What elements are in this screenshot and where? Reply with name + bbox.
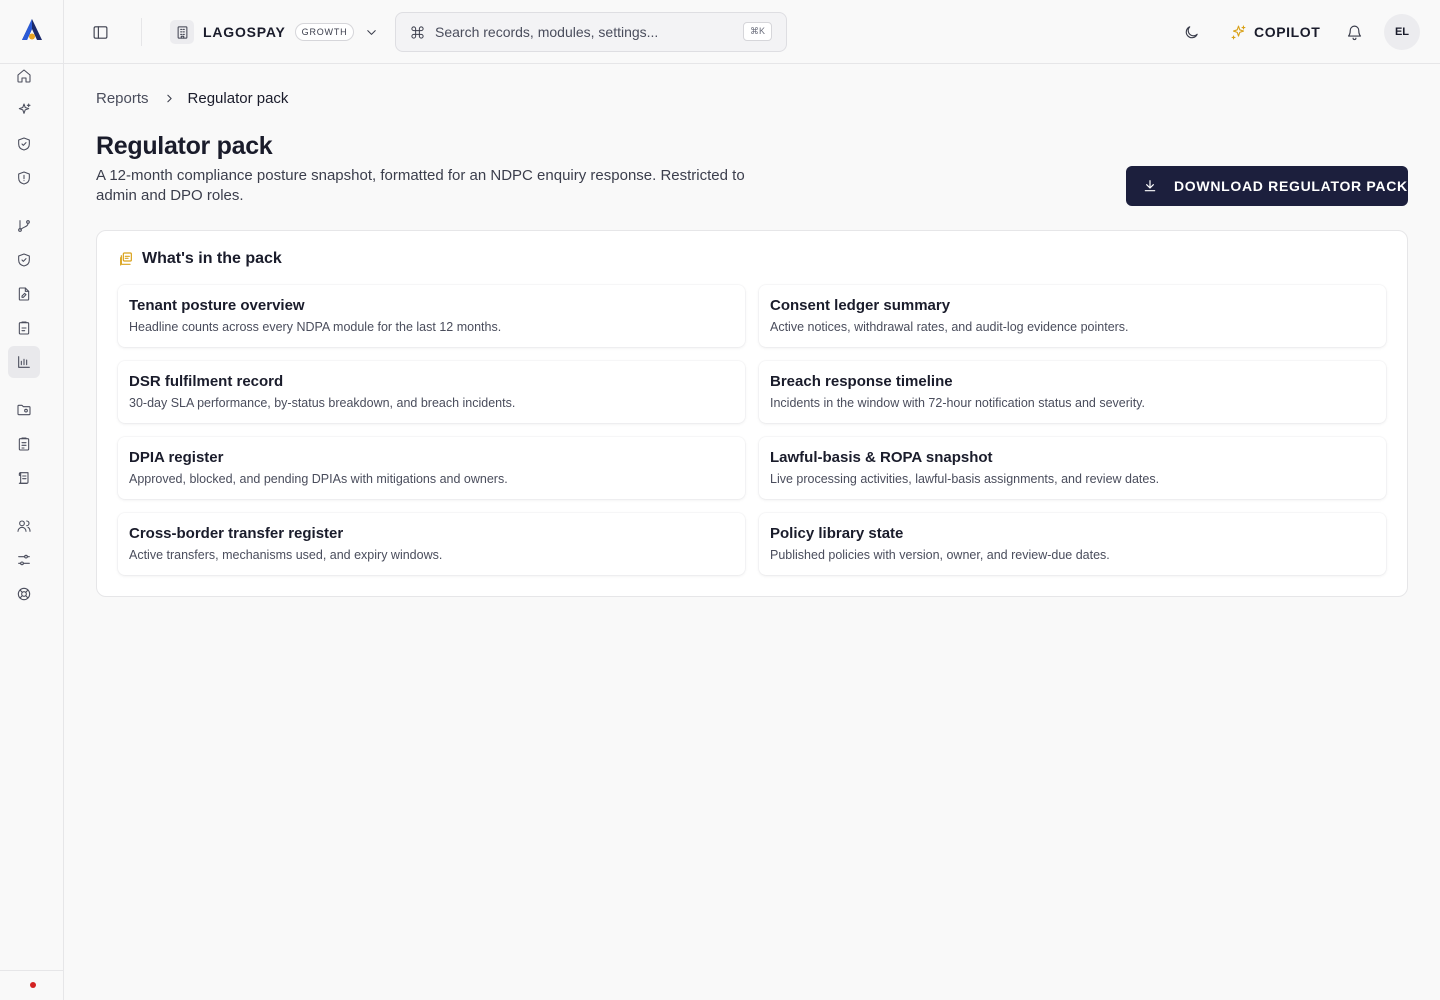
moon-icon [1185, 25, 1198, 38]
status-indicator [30, 982, 36, 988]
panel-left-icon [93, 25, 107, 39]
card-title: Policy library state [770, 525, 904, 542]
pack-item-card: Cross-border transfer register Active tr… [118, 513, 745, 575]
card-title: Cross-border transfer register [129, 525, 344, 542]
panel-header: What's in the pack [118, 249, 282, 269]
nav-records[interactable] [8, 394, 40, 426]
pack-item-card: Lawful-basis & ROPA snapshot Live proces… [759, 437, 1386, 499]
nav-users[interactable] [8, 510, 40, 542]
sidebar [0, 0, 64, 1000]
shield-check-icon [18, 137, 30, 151]
pack-item-card: Tenant posture overview Headline counts … [118, 285, 745, 347]
pack-contents-panel: What's in the pack Tenant posture overvi… [96, 230, 1408, 597]
copilot-button[interactable]: COPILOT [1230, 20, 1320, 44]
card-description: 30-day SLA performance, by-status breakd… [129, 396, 516, 410]
card-description: Live processing activities, lawful-basis… [770, 472, 1160, 486]
pack-item-card: DPIA register Approved, blocked, and pen… [118, 437, 745, 499]
nav-help[interactable] [8, 578, 40, 610]
package-icon [120, 252, 132, 266]
card-description: Headline counts across every NDPA module… [129, 320, 502, 334]
copilot-label: COPILOT [1254, 24, 1321, 40]
clipboard-list-icon [18, 437, 30, 451]
nav-copilot[interactable] [8, 94, 40, 126]
app-logo[interactable] [16, 14, 48, 46]
pack-item-card: Breach response timeline Incidents in th… [759, 361, 1386, 423]
page-description: A 12-month compliance posture snapshot, … [96, 167, 745, 204]
nav-breaches[interactable] [8, 162, 40, 194]
pack-item-card: Consent ledger summary Active notices, w… [759, 285, 1386, 347]
nav-home[interactable] [8, 60, 40, 92]
tenant-name: LAGOSPAY [203, 24, 286, 40]
nav-data-flows[interactable] [8, 210, 40, 242]
download-icon [1144, 180, 1156, 192]
nav-settings[interactable] [8, 544, 40, 576]
sidebar-toggle-button[interactable] [90, 22, 110, 42]
git-branch-icon [18, 220, 30, 232]
breadcrumb-reports-link[interactable]: Reports [96, 90, 149, 107]
shield-check-icon [18, 253, 30, 267]
chevron-right-icon [163, 92, 176, 105]
nav-dsr[interactable] [8, 278, 40, 310]
topbar-separator [141, 18, 142, 46]
pack-item-card: DSR fulfilment record 30-day SLA perform… [118, 361, 745, 423]
search-input[interactable]: Search records, modules, settings... ⌘K [395, 12, 787, 52]
download-regulator-pack-button[interactable]: DOWNLOAD REGULATOR PACK [1126, 166, 1408, 206]
card-title: DPIA register [129, 449, 224, 466]
users-icon [17, 520, 31, 532]
home-icon [17, 69, 31, 83]
nav-ropa[interactable] [8, 428, 40, 460]
nav-dpia[interactable] [8, 312, 40, 344]
page-title: Regulator pack [96, 132, 273, 160]
user-avatar[interactable]: EL [1384, 14, 1420, 50]
topbar: LAGOSPAY GROWTH Search records, modules,… [64, 0, 1440, 64]
tenant-switcher[interactable]: LAGOSPAY GROWTH [170, 18, 379, 46]
scroll-icon [18, 472, 29, 484]
life-buoy-icon [17, 587, 31, 601]
nav-policies[interactable] [8, 462, 40, 494]
card-description: Incidents in the window with 72-hour not… [770, 396, 1145, 410]
command-icon [411, 25, 424, 39]
nav-consent[interactable] [8, 244, 40, 276]
nav-compliance[interactable] [8, 128, 40, 160]
file-edit-icon [18, 287, 30, 301]
sidebar-bottom-divider [0, 970, 64, 971]
sliders-icon [18, 554, 30, 566]
card-title: Consent ledger summary [770, 297, 951, 314]
search-placeholder: Search records, modules, settings... [435, 24, 659, 40]
card-description: Published policies with version, owner, … [770, 548, 1110, 562]
panel-title: What's in the pack [142, 250, 282, 267]
plan-badge: GROWTH [294, 23, 355, 41]
download-button-label: DOWNLOAD REGULATOR PACK [1174, 178, 1408, 194]
folder-icon [17, 404, 31, 416]
bar-chart-icon [18, 356, 30, 368]
nav-reports[interactable] [8, 346, 40, 378]
logo-mark-icon [22, 19, 42, 40]
breadcrumb: Reports Regulator pack [96, 88, 288, 108]
card-description: Approved, blocked, and pending DPIAs wit… [129, 472, 508, 486]
card-title: Tenant posture overview [129, 297, 305, 314]
building-icon [170, 20, 194, 44]
chevron-down-icon [367, 29, 377, 35]
card-title: Lawful-basis & ROPA snapshot [770, 449, 993, 466]
card-title: Breach response timeline [770, 373, 953, 390]
sparkles-icon [1231, 25, 1246, 39]
card-description: Active notices, withdrawal rates, and au… [770, 320, 1129, 334]
breadcrumb-current: Regulator pack [187, 89, 289, 107]
search-shortcut: ⌘K [742, 22, 772, 41]
pack-item-card: Policy library state Published policies … [759, 513, 1386, 575]
shield-alert-icon [18, 171, 30, 185]
sparkles-icon [18, 103, 31, 114]
notifications-button[interactable] [1344, 22, 1364, 42]
bell-icon [1347, 25, 1361, 40]
theme-toggle-button[interactable] [1181, 22, 1201, 42]
clipboard-icon [18, 321, 30, 335]
card-title: DSR fulfilment record [129, 373, 284, 390]
card-description: Active transfers, mechanisms used, and e… [129, 548, 443, 562]
